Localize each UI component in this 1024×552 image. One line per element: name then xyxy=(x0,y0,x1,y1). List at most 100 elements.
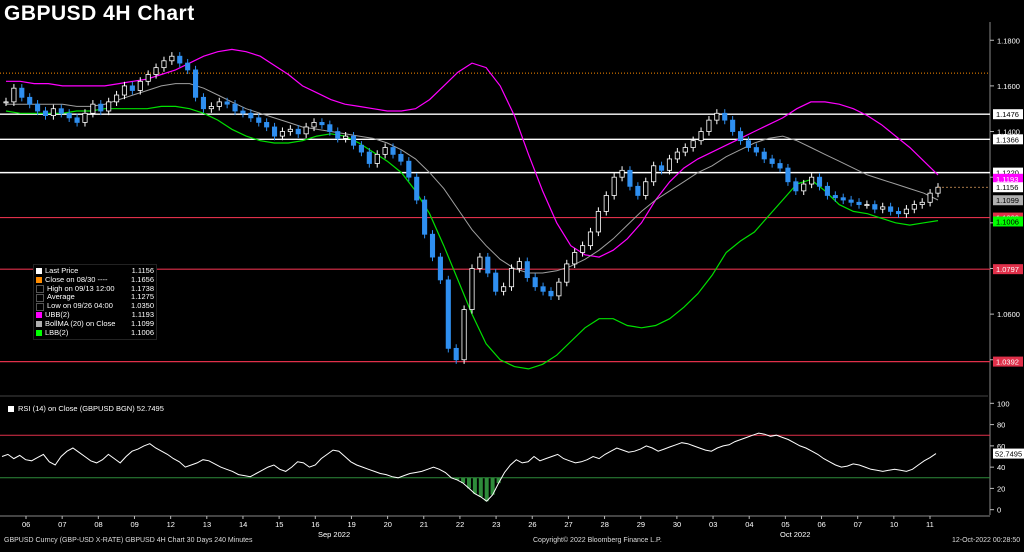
candle-down xyxy=(635,185,641,196)
candle-up xyxy=(477,256,483,269)
rsi-y-tick-label: 0 xyxy=(997,506,1001,515)
candle-down xyxy=(730,119,736,132)
x-month-label: Oct 2022 xyxy=(780,530,810,539)
candle-down xyxy=(177,55,183,64)
x-day-label: 06 xyxy=(818,520,826,529)
value-badge-label: 1.1156 xyxy=(996,183,1018,192)
candle-up xyxy=(82,112,88,123)
x-day-label: 06 xyxy=(22,520,30,529)
x-day-label: 03 xyxy=(709,520,717,529)
candle-down xyxy=(264,122,270,128)
legend-swatch xyxy=(36,293,44,302)
candle-up xyxy=(809,176,815,185)
candle-down xyxy=(429,233,436,258)
candle-up xyxy=(690,140,696,148)
candle-down xyxy=(753,147,759,153)
candle-up xyxy=(279,131,285,137)
candle-down xyxy=(737,131,744,142)
candle-down xyxy=(437,256,443,281)
candle-down xyxy=(445,279,451,349)
candle-down xyxy=(840,197,846,201)
legend-label: LBB(2) xyxy=(45,327,69,337)
x-day-label: 11 xyxy=(926,520,934,529)
candle-up xyxy=(927,192,933,203)
x-day-label: 12 xyxy=(167,520,175,529)
candle-down xyxy=(532,277,538,288)
footer-left: GBPUSD Curncy (GBP-USD X-RATE) GBPUSD 4H… xyxy=(4,537,253,544)
legend-swatch xyxy=(36,329,42,336)
candle-down xyxy=(271,126,278,137)
x-day-label: 14 xyxy=(239,520,247,529)
x-day-label: 07 xyxy=(854,520,862,529)
price-y-tick-label: 1.1600 xyxy=(997,82,1020,91)
candle-down xyxy=(895,211,902,215)
candle-down xyxy=(35,103,41,112)
candle-down xyxy=(295,128,301,135)
x-day-label: 19 xyxy=(347,520,355,529)
legend-swatch xyxy=(36,302,44,311)
candle-up xyxy=(311,122,317,128)
candle-down xyxy=(485,256,491,274)
x-day-label: 20 xyxy=(384,520,392,529)
candle-up xyxy=(611,176,617,196)
candle-down xyxy=(540,286,546,292)
candle-down xyxy=(248,112,254,119)
rsi-y-tick-label: 80 xyxy=(997,421,1005,430)
candle-down xyxy=(256,117,262,123)
candle-down xyxy=(745,140,751,148)
x-day-label: 28 xyxy=(601,520,609,529)
rsi-y-tick-label: 40 xyxy=(997,463,1005,472)
candle-down xyxy=(627,169,633,187)
x-month-label: Sep 2022 xyxy=(318,530,350,539)
candle-up xyxy=(169,55,175,62)
candle-down xyxy=(390,147,396,155)
price-y-tick-label: 1.1800 xyxy=(997,36,1020,45)
candle-up xyxy=(516,261,522,269)
candle-down xyxy=(824,185,830,196)
candle-down xyxy=(422,199,428,235)
candle-down xyxy=(74,117,80,123)
candle-down xyxy=(816,176,823,187)
candle-down xyxy=(777,163,783,169)
candle-up xyxy=(619,169,625,178)
candle-up xyxy=(643,181,649,196)
candle-down xyxy=(793,181,799,192)
level-badge-label: 1.0392 xyxy=(996,358,1019,367)
candle-down xyxy=(98,103,104,112)
candle-up xyxy=(501,286,507,292)
legend-swatch xyxy=(36,312,42,319)
candle-down xyxy=(398,153,404,162)
candle-down xyxy=(327,124,333,132)
candle-up xyxy=(121,85,128,96)
candle-up xyxy=(343,135,349,139)
candle-up xyxy=(587,231,594,247)
candle-up xyxy=(666,158,673,171)
rsi-y-tick-label: 20 xyxy=(997,484,1005,493)
legend-value: 1.1006 xyxy=(131,327,154,337)
candle-down xyxy=(366,151,372,164)
candle-up xyxy=(508,268,515,288)
candle-up xyxy=(153,67,159,75)
x-day-label: 27 xyxy=(564,520,572,529)
candle-up xyxy=(919,201,925,205)
value-badge-label: 1.1099 xyxy=(996,196,1019,205)
x-day-label: 30 xyxy=(673,520,681,529)
rsi-legend: RSI (14) on Close (GBPUSD BGN) 52.7495 xyxy=(8,404,164,413)
candle-up xyxy=(145,74,151,82)
candle-up xyxy=(208,106,214,110)
candle-down xyxy=(66,112,72,119)
candle-down xyxy=(335,131,341,139)
candle-down xyxy=(358,144,364,153)
candle-down xyxy=(659,165,665,171)
candle-up xyxy=(90,103,96,114)
candle-down xyxy=(493,272,499,292)
chart-title: GBPUSD 4H Chart xyxy=(4,2,195,25)
candle-down xyxy=(769,158,775,164)
legend-box: Last Price 1.1156 Close on 08/30 ---- 1.165… xyxy=(33,264,157,341)
x-day-label: 05 xyxy=(781,520,789,529)
x-day-label: 26 xyxy=(528,520,536,529)
bollinger-ma-line xyxy=(6,83,939,274)
rsi-legend-swatch xyxy=(8,405,14,412)
candle-down xyxy=(240,110,246,114)
candle-up xyxy=(801,183,807,192)
